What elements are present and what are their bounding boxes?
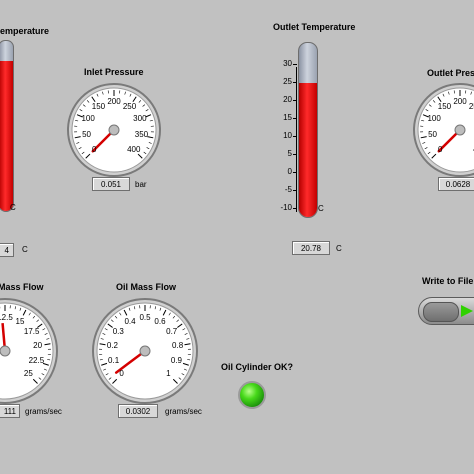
oil-mass-flow-tick-label: 0.4	[124, 316, 136, 326]
outlet-temperature-tick-mark	[293, 82, 297, 83]
outlet-temperature-tick-label: -10	[280, 203, 292, 212]
oil-mass-flow-tick-label: 0	[119, 369, 124, 379]
oil-cylinder-ok-led	[238, 381, 266, 409]
outlet-pressure-tick-label: 250	[468, 101, 474, 111]
mass-flow-tick-label: 15	[15, 316, 25, 326]
outlet-temperature-thermometer	[298, 42, 318, 218]
oil-mass-flow-tick-label: 0.7	[166, 326, 178, 336]
inlet-temperature-indicator-unit: C	[22, 245, 28, 254]
inlet-temperature-fill	[0, 61, 13, 211]
mass-flow-tick-label: 25	[23, 369, 33, 379]
inlet-pressure-label: Inlet Pressure	[84, 67, 144, 77]
oil-mass-flow-tick-label: 0.2	[106, 340, 118, 350]
outlet-temperature-tick-label: 15	[283, 113, 292, 122]
inlet-temperature-label: emperature	[0, 26, 50, 36]
oil-mass-flow-tick-label: 0.6	[154, 316, 166, 326]
outlet-pressure-tick-label: 0	[437, 144, 443, 154]
front-panel: emperature C 4 C Inlet Pressure 0 50 100 15…	[0, 0, 474, 474]
outlet-pressure-gauge	[413, 83, 474, 177]
outlet-pressure-tick-label: 50	[428, 130, 437, 140]
oil-mass-flow-tick-label: 0.9	[170, 356, 182, 366]
outlet-temperature-tick-label: 25	[283, 77, 292, 86]
write-to-file-label: Write to File	[422, 276, 474, 286]
outlet-temperature-fill	[299, 83, 317, 217]
outlet-temperature-tick-mark	[293, 190, 297, 191]
oil-mass-flow-label: Oil Mass Flow	[116, 282, 177, 292]
outlet-temperature-tick-mark	[293, 118, 297, 119]
oil-mass-flow-tick-label: 0.8	[172, 340, 184, 350]
outlet-pressure-tick-label: 100	[427, 114, 441, 124]
inlet-temperature-unit: C	[10, 203, 16, 212]
inlet-pressure-tick-label: 250	[122, 101, 137, 111]
outlet-pressure-indicator[interactable]: 0.0628	[438, 177, 474, 191]
outlet-temperature-tick-mark	[293, 64, 297, 65]
oil-mass-flow-indicator[interactable]: 0.0302	[118, 404, 158, 418]
outlet-temperature-tick-label: -5	[284, 185, 292, 194]
outlet-temperature-tick-mark	[293, 154, 297, 155]
inlet-pressure-tick-label: 50	[82, 130, 91, 140]
outlet-pressure-label: Outlet Pres	[427, 68, 474, 78]
mass-flow-unit: grams/sec	[25, 407, 62, 416]
outlet-temperature-label: Outlet Temperature	[273, 22, 356, 32]
inlet-pressure-indicator[interactable]: 0.051	[92, 177, 130, 191]
outlet-temperature-tick-mark	[293, 136, 297, 137]
inlet-pressure-tick-label: 350	[134, 130, 149, 140]
oil-mass-flow-tick-label: 0.1	[108, 356, 120, 366]
oil-mass-flow-tick-label: 1	[166, 369, 171, 379]
outlet-temperature-indicator-unit: C	[336, 244, 342, 253]
outlet-temperature-tick-mark	[293, 172, 297, 173]
mass-flow-tick-label: 17.5	[23, 326, 40, 336]
outlet-temperature-unit: C	[318, 204, 324, 213]
inlet-pressure-tick-label: 200	[107, 97, 121, 106]
oil-cylinder-ok-label: Oil Cylinder OK?	[221, 362, 294, 372]
play-arrow-icon	[461, 305, 473, 317]
outlet-temperature-tick-label: 10	[283, 131, 292, 140]
mass-flow-tick-label: 20	[33, 340, 43, 350]
inlet-pressure-tick-label: 400	[127, 144, 141, 154]
outlet-temperature-indicator[interactable]: 20.78	[292, 241, 330, 255]
oil-mass-flow-unit: grams/sec	[165, 407, 202, 416]
mass-flow-indicator[interactable]: 111	[0, 404, 20, 418]
mass-flow-label: Mass Flow	[0, 282, 44, 292]
oil-mass-flow-tick-label: 0.5	[139, 313, 151, 322]
mass-flow-tick-label: 22.5	[28, 356, 45, 366]
inlet-pressure-unit: bar	[135, 180, 147, 189]
inlet-pressure-tick-label: 300	[133, 114, 147, 124]
outlet-temperature-tick-label: 5	[287, 149, 292, 158]
inlet-temperature-thermometer	[0, 40, 14, 212]
outlet-temperature-tick-label: 20	[283, 95, 292, 104]
inlet-temperature-indicator[interactable]: 4	[0, 243, 14, 257]
outlet-temperature-tick-label: 30	[283, 59, 292, 68]
inlet-pressure-tick-label: 100	[81, 114, 95, 124]
oil-mass-flow-tick-label: 0.3	[112, 326, 124, 336]
outlet-temperature-tick-mark	[293, 100, 297, 101]
outlet-pressure-tick-label: 200	[453, 97, 467, 106]
inlet-pressure-tick-label: 0	[91, 144, 97, 154]
write-to-file-button-slot	[423, 302, 459, 322]
outlet-temperature-tick-label: 0	[287, 167, 292, 176]
write-to-file-button[interactable]	[418, 297, 474, 325]
outlet-pressure-tick-label: 150	[437, 101, 452, 111]
inlet-pressure-tick-label: 150	[91, 101, 106, 111]
outlet-temperature-tick-mark	[293, 208, 297, 209]
